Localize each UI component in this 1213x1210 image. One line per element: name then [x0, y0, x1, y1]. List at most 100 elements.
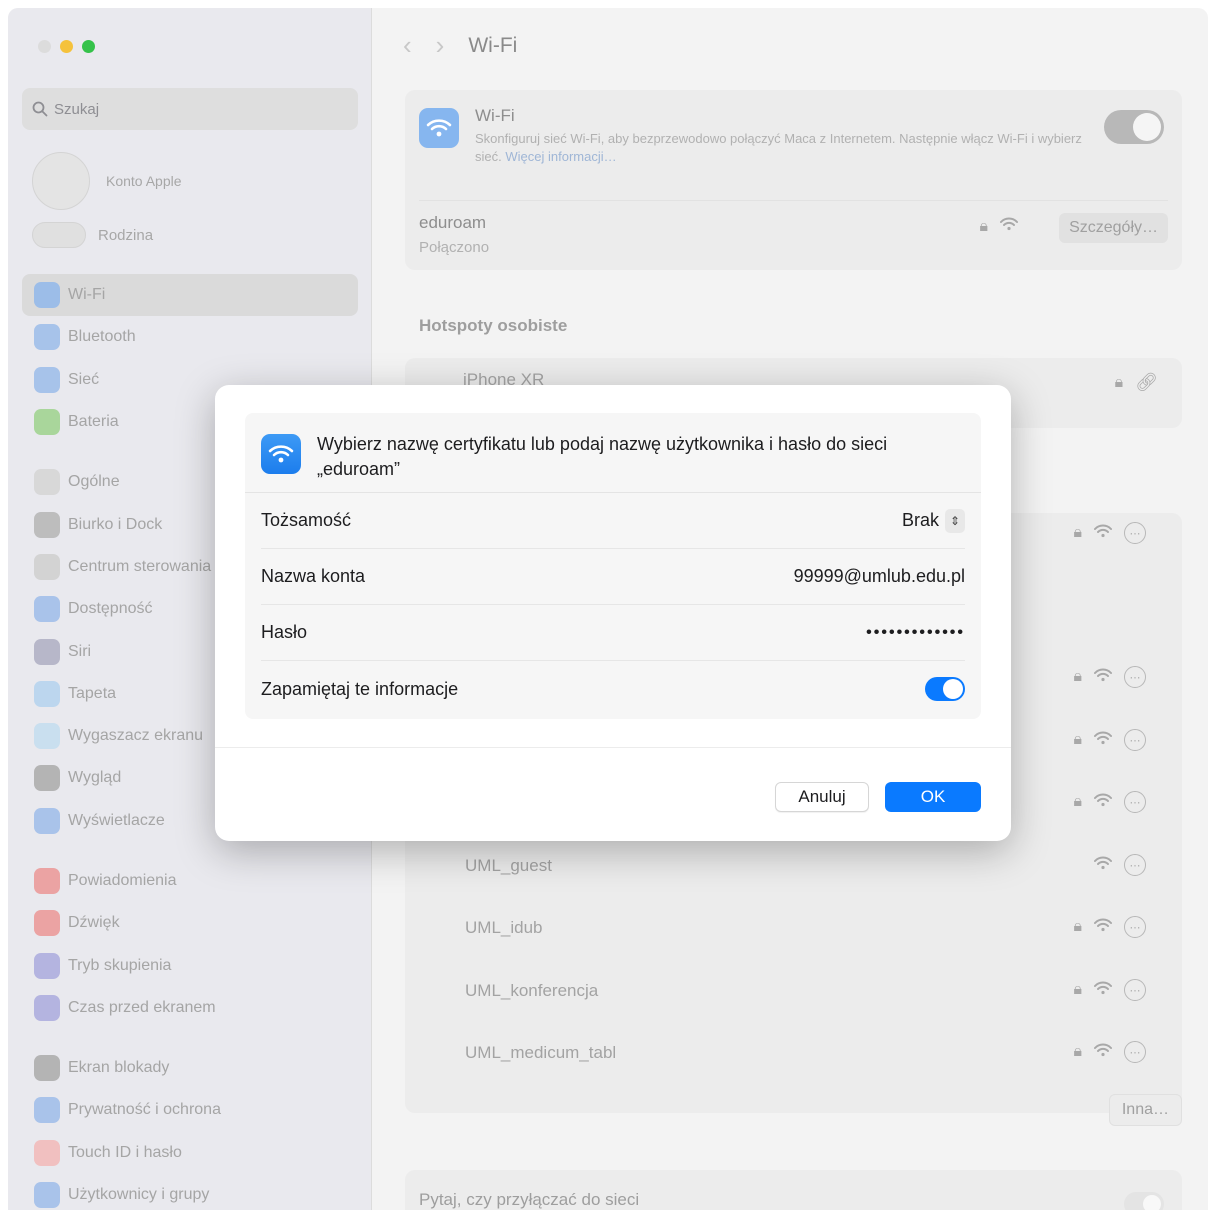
wifi-signal-icon — [1094, 1043, 1112, 1062]
account-name-label: Nazwa konta — [261, 566, 366, 586]
zoom-window-button[interactable] — [82, 40, 95, 53]
sidebar-item-label: Ogólne — [68, 473, 120, 491]
wifi-description: Skonfiguruj sieć Wi-Fi, aby bezprzewodow… — [475, 130, 1095, 166]
dialog-form: Wybierz nazwę certyfikatu lub podaj nazw… — [245, 413, 981, 719]
wifi-icon — [419, 108, 459, 148]
more-icon[interactable]: ⋯ — [1124, 729, 1146, 751]
titlebar: ‹ › Wi-Fi — [403, 30, 517, 61]
identity-row: Tożsamość Brak ⇕ — [261, 493, 965, 549]
identity-value: Brak — [901, 510, 939, 530]
cancel-button[interactable]: Anuluj — [775, 782, 869, 812]
sidebar-item-label: Tryb skupienia — [68, 956, 172, 974]
wi-fi-icon — [34, 282, 60, 309]
wifi-toggle[interactable] — [1104, 110, 1164, 144]
apple-account[interactable]: Konto Apple — [32, 152, 182, 210]
sidebar-item-label: Dostępność — [68, 600, 153, 618]
current-network-row: eduroam Połączono 🔒︎ Szczegóły… — [419, 200, 1168, 256]
remember-row: Zapamiętaj te informacje — [261, 661, 965, 717]
sidebar-item-label: Bateria — [68, 413, 119, 431]
sidebar-item-label: Centrum sterowania — [68, 557, 212, 575]
ekran-blokady-icon — [34, 1055, 60, 1082]
family-item[interactable]: Rodzina — [32, 222, 153, 248]
sidebar-item-label: Wygaszacz ekranu — [68, 727, 204, 745]
sidebar-item-uzytkownicy-i-grupy[interactable]: Użytkownicy i grupy — [22, 1174, 358, 1210]
wifi-title: Wi-Fi — [475, 106, 515, 125]
tapeta-icon — [34, 680, 60, 707]
other-network-button[interactable]: Inna… — [1108, 1094, 1182, 1126]
details-button[interactable]: Szczegóły… — [1059, 213, 1168, 243]
network-row-icons: ⋯ — [1094, 854, 1146, 876]
close-window-button[interactable] — [38, 40, 51, 53]
updown-chevron-icon: ⇕ — [945, 508, 965, 533]
more-icon[interactable]: ⋯ — [1124, 791, 1146, 813]
sidebar-item-dzwiek[interactable]: Dźwięk — [22, 902, 358, 944]
ogolne-icon — [34, 469, 60, 496]
wyglad-icon — [34, 765, 60, 792]
wygaszacz-ekranu-icon — [34, 723, 60, 750]
siri-icon — [34, 638, 60, 665]
more-icon[interactable]: ⋯ — [1124, 854, 1146, 876]
sidebar-item-tryb-skupienia[interactable]: Tryb skupienia — [22, 944, 358, 986]
wyswietlacze-icon — [34, 807, 60, 834]
nav-gap — [22, 842, 358, 860]
more-icon[interactable]: ⋯ — [1124, 522, 1146, 544]
network-row-icons: 🔒︎ ⋯ — [1073, 791, 1146, 813]
wifi-card: Wi-Fi Skonfiguruj sieć Wi-Fi, aby bezprz… — [405, 90, 1182, 270]
bluetooth-icon — [34, 324, 60, 351]
sidebar-item-powiadomienia[interactable]: Powiadomienia — [22, 860, 358, 902]
identity-popup[interactable]: Brak ⇕ — [901, 508, 965, 533]
sidebar-item-label: Bluetooth — [68, 328, 136, 346]
network-name[interactable]: UML_medicum_tabl — [465, 1043, 616, 1063]
sidebar-item-label: Biurko i Dock — [68, 515, 163, 533]
sidebar-item-label: Sieć — [68, 370, 100, 388]
lock-icon: 🔒︎ — [1073, 668, 1082, 685]
back-chevron-icon[interactable]: ‹ — [403, 30, 412, 61]
remember-toggle[interactable] — [925, 677, 965, 701]
prywatnosc-i-ochrona-icon — [34, 1097, 60, 1124]
ask-join-card: Pytaj, czy przyłączać do sieci — [405, 1170, 1182, 1210]
sidebar-item-touch-id-i-has-o[interactable]: Touch ID i hasło — [22, 1132, 358, 1174]
more-icon[interactable]: ⋯ — [1124, 1041, 1146, 1063]
centrum-sterowania-icon — [34, 553, 60, 580]
sidebar-item-bluetooth[interactable]: Bluetooth — [22, 316, 358, 358]
network-name[interactable]: UML_idub — [465, 918, 543, 938]
password-field[interactable]: ••••••••••••• — [866, 624, 965, 642]
account-row: Nazwa konta 99999@umlub.edu.pl — [261, 549, 965, 605]
lock-icon: 🔒︎ — [1073, 981, 1082, 998]
dostepnosc-icon — [34, 596, 60, 623]
more-info-link[interactable]: Więcej informacji… — [505, 149, 616, 164]
more-icon[interactable]: ⋯ — [1124, 916, 1146, 938]
sidebar-item-label: Siri — [68, 642, 92, 660]
search-field[interactable]: Szukaj — [22, 88, 358, 130]
czas-przed-ekranem-icon — [34, 994, 60, 1021]
lock-icon: 🔒︎ — [1114, 373, 1124, 391]
network-name[interactable]: UML_guest — [465, 856, 552, 876]
powiadomienia-icon — [34, 868, 60, 894]
lock-icon: 🔒︎ — [1073, 793, 1082, 810]
ok-button[interactable]: OK — [885, 782, 981, 812]
sidebar-item-ekran-blokady[interactable]: Ekran blokady — [22, 1047, 358, 1089]
dialog-footer: Anuluj OK — [215, 747, 1011, 841]
avatar — [32, 152, 90, 210]
sidebar-item-label: Wygląd — [68, 769, 122, 787]
ask-join-toggle[interactable] — [1124, 1192, 1164, 1210]
tryb-skupienia-icon — [34, 952, 60, 979]
lock-icon: 🔒︎ — [1073, 918, 1082, 935]
sidebar-item-prywatnosc-i-ochrona[interactable]: Prywatność i ochrona — [22, 1089, 358, 1131]
network-row-icons: 🔒︎ ⋯ — [1073, 522, 1146, 544]
more-icon[interactable]: ⋯ — [1124, 666, 1146, 688]
minimize-window-button[interactable] — [60, 40, 73, 53]
wifi-signal-icon — [1094, 731, 1112, 750]
network-row-icons: 🔒︎ ⋯ — [1073, 729, 1146, 751]
network-name[interactable]: UML_konferencja — [465, 981, 598, 1001]
sidebar-item-label: Powiadomienia — [68, 872, 177, 889]
sidebar-item-czas-przed-ekranem[interactable]: Czas przed ekranem — [22, 987, 358, 1029]
more-icon[interactable]: ⋯ — [1124, 979, 1146, 1001]
forward-chevron-icon[interactable]: › — [436, 30, 445, 61]
lock-icon: 🔒︎ — [1073, 524, 1082, 541]
sidebar-item-wi-fi[interactable]: Wi-Fi — [22, 274, 358, 317]
account-name-field[interactable]: 99999@umlub.edu.pl — [794, 566, 965, 587]
bateria-icon — [34, 409, 60, 436]
family-label: Rodzina — [98, 226, 154, 244]
sidebar-item-label: Dźwięk — [68, 914, 120, 932]
